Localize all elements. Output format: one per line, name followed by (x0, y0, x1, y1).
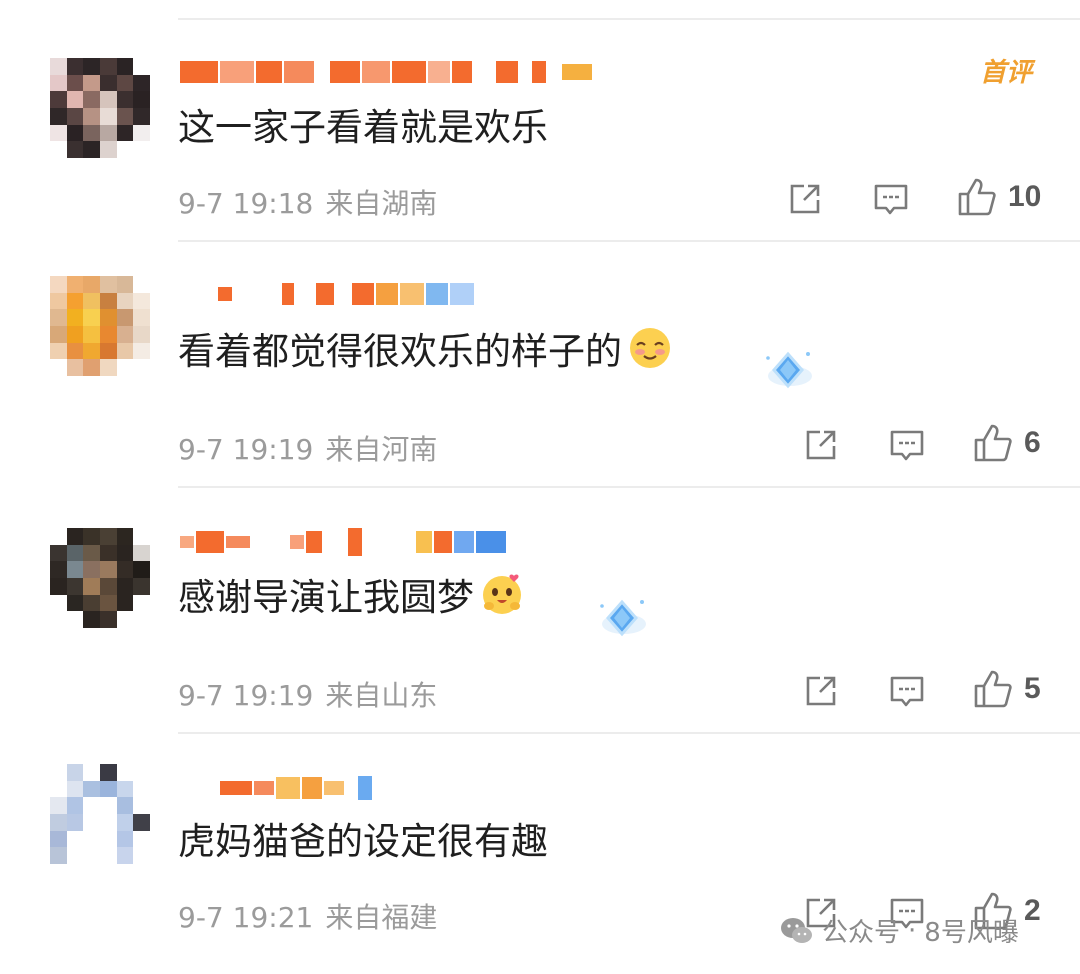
username-blurred[interactable] (180, 774, 374, 802)
share-icon (790, 184, 820, 214)
like-count: 6 (1024, 426, 1041, 459)
watermark: 公众号 · 8号风曝 (780, 912, 1019, 949)
avatar[interactable] (50, 528, 150, 628)
username-blurred[interactable] (180, 280, 476, 308)
divider-top (178, 18, 1080, 20)
avatar[interactable] (50, 764, 150, 864)
comment-text-body: 感谢导演让我圆梦 (178, 576, 474, 619)
comment-icon (874, 184, 908, 215)
comment-meta: 9-7 19:21 来自福建 (178, 896, 437, 936)
comment-text-body: 看着都觉得很欢乐的样子的 (178, 330, 622, 373)
like-count: 2 (1024, 894, 1041, 927)
thumbs-up-icon (958, 178, 996, 216)
comment-text: 这一家子看着就是欢乐 (178, 106, 548, 149)
share-button[interactable] (802, 672, 840, 710)
comment-meta: 9-7 19:18 来自湖南 (178, 182, 437, 222)
share-button[interactable] (786, 180, 824, 218)
watermark-separator: · (908, 915, 917, 946)
comment-location: 来自河南 (325, 433, 438, 466)
diamond-badge-icon (766, 351, 812, 389)
comment-meta: 9-7 19:19 来自山东 (178, 674, 437, 714)
comment-location: 来自福建 (325, 901, 438, 934)
heart-eyes-hug-emoji (483, 574, 521, 614)
thumbs-up-icon (974, 424, 1012, 462)
comment-location: 来自湖南 (325, 187, 438, 220)
divider-1 (178, 240, 1080, 242)
comment-text: 感谢导演让我圆梦 (178, 572, 524, 622)
first-comment-badge: 首评 (980, 58, 1033, 88)
diamond-badge-icon (600, 599, 646, 637)
like-button[interactable]: 5 (972, 668, 1041, 710)
comment-icon (890, 676, 924, 707)
like-count: 5 (1024, 672, 1041, 705)
comment-meta: 9-7 19:19 来自河南 (178, 428, 437, 468)
comment-text: 看着都觉得很欢乐的样子的 (178, 326, 672, 376)
wechat-icon (781, 917, 812, 943)
comment-location: 来自山东 (325, 679, 438, 712)
watermark-source: 公众号 (822, 918, 901, 948)
watermark-account: 8号风曝 (924, 918, 1019, 948)
comment-time: 9-7 19:21 (178, 901, 314, 934)
comment-time: 9-7 19:19 (178, 433, 314, 466)
divider-3 (178, 732, 1080, 734)
username-blurred[interactable] (180, 58, 594, 86)
share-icon (806, 676, 836, 706)
comment-icon (890, 430, 924, 461)
blushing-smile-emoji (630, 328, 670, 368)
reply-button[interactable] (888, 672, 926, 710)
reply-button[interactable] (888, 426, 926, 464)
comment-text: 虎妈猫爸的设定很有趣 (178, 820, 548, 863)
share-button[interactable] (802, 426, 840, 464)
divider-2 (178, 486, 1080, 488)
like-button[interactable]: 10 (956, 176, 1041, 218)
avatar[interactable] (50, 276, 150, 376)
username-blurred[interactable] (180, 528, 508, 556)
comment-time: 9-7 19:18 (178, 187, 314, 220)
like-count: 10 (1008, 180, 1042, 213)
avatar[interactable] (50, 58, 150, 158)
like-button[interactable]: 6 (972, 422, 1041, 464)
thumbs-up-icon (974, 670, 1012, 708)
reply-button[interactable] (872, 180, 910, 218)
comment-time: 9-7 19:19 (178, 679, 314, 712)
share-icon (806, 430, 836, 460)
